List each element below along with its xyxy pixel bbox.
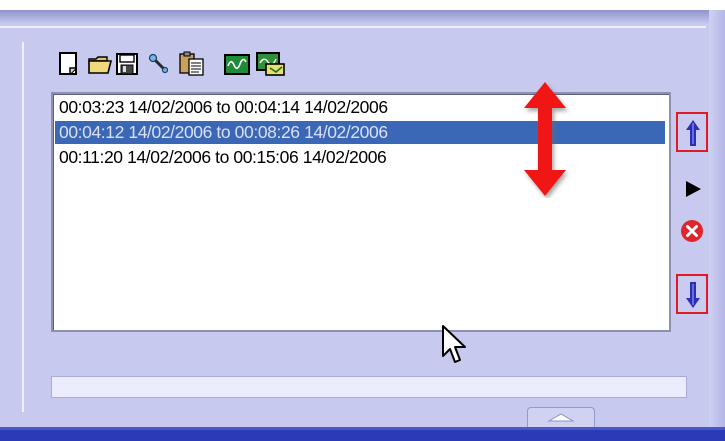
time-range-list[interactable]: 00:03:23 14/02/2006 to 00:04:14 14/02/20… xyxy=(51,92,671,332)
clipboard-icon[interactable] xyxy=(177,50,207,78)
reorder-annotation-arrow xyxy=(524,82,566,196)
list-item-selected[interactable]: 00:04:12 14/02/2006 to 00:08:26 14/02/20… xyxy=(55,121,665,144)
window-bottom-bar xyxy=(0,430,725,441)
status-bar xyxy=(51,376,687,398)
panel-right-edge xyxy=(709,10,725,430)
list-item[interactable]: 00:11:20 14/02/2006 to 00:15:06 14/02/20… xyxy=(55,146,665,169)
wrench-icon[interactable] xyxy=(147,50,173,78)
panel-left-divider xyxy=(22,42,24,412)
move-up-button[interactable] xyxy=(676,112,708,152)
panel-top-divider xyxy=(0,26,706,28)
chevron-up-icon xyxy=(547,413,575,422)
delete-icon[interactable] xyxy=(680,219,704,243)
export-image-icon[interactable] xyxy=(254,50,286,78)
list-item[interactable]: 00:03:23 14/02/2006 to 00:04:14 14/02/20… xyxy=(55,96,665,119)
collapse-panel-button[interactable] xyxy=(527,407,595,429)
play-icon[interactable] xyxy=(684,180,702,198)
waveform-icon[interactable] xyxy=(222,50,252,78)
toolbar xyxy=(56,50,366,84)
app-panel: 00:03:23 14/02/2006 to 00:04:14 14/02/20… xyxy=(0,0,725,441)
move-down-button[interactable] xyxy=(676,274,708,314)
new-file-icon[interactable] xyxy=(56,50,82,78)
window-top-shade xyxy=(0,10,725,24)
open-folder-icon[interactable] xyxy=(87,50,113,78)
save-icon[interactable] xyxy=(114,50,140,78)
move-up-icon xyxy=(686,120,700,146)
mouse-cursor-icon xyxy=(442,325,466,363)
move-down-icon xyxy=(686,282,700,308)
window-top-strip xyxy=(0,0,725,10)
